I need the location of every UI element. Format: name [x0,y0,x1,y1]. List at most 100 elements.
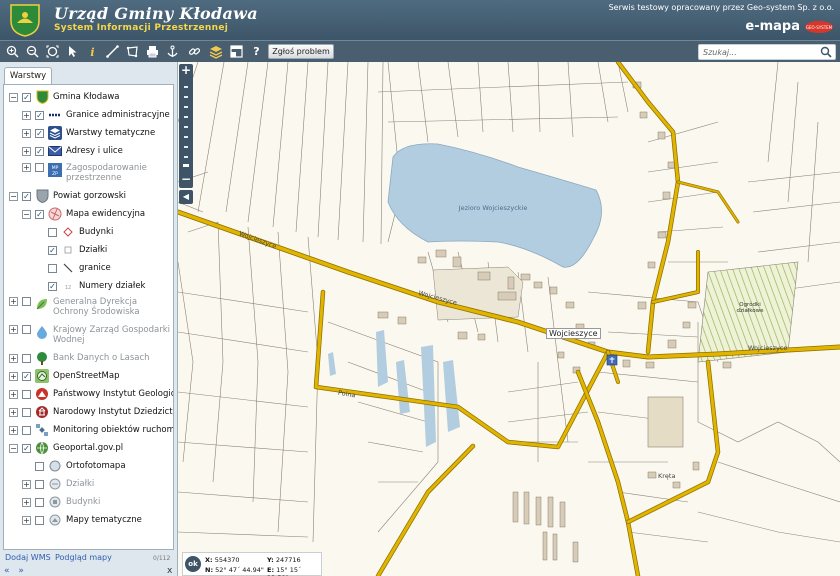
layer-row[interactable]: + ✓ Warstwy tematyczne [22,124,155,142]
layer-expander[interactable]: + [22,515,31,525]
layer-row[interactable]: − ✓ Powiat gorzowski [9,187,126,205]
layer-expander[interactable]: + [9,425,18,435]
collapse-sidebar-button[interactable]: ◀ [179,190,193,204]
layer-row[interactable]: + Narodowy Instytut Dziedzictwa [9,403,173,421]
report-problem-button[interactable]: Zgłoś problem [268,44,334,59]
sidebar-pager[interactable]: « » [4,566,27,576]
map-canvas[interactable] [178,62,840,576]
zoom-step[interactable] [184,136,188,138]
layer-row[interactable]: + Działki [22,475,94,493]
layer-checkbox[interactable] [48,263,57,273]
layer-row[interactable]: − ✓ Geoportal.gov.pl [9,439,123,457]
layer-expander[interactable]: + [22,497,31,507]
info-icon[interactable]: i [84,43,101,60]
layer-checkbox[interactable] [35,461,44,471]
layer-row[interactable]: + Krajowy Zarząd Gospodarki Wodnej [9,325,171,349]
layer-checkbox[interactable]: ✓ [22,191,31,201]
add-wms-link[interactable]: Dodaj WMS [5,553,51,562]
layer-checkbox[interactable] [22,325,31,334]
zoom-step[interactable] [184,86,188,88]
layer-checkbox[interactable] [35,497,44,507]
layer-row[interactable]: + ✓ Granice administracyjne [22,106,170,124]
layer-checkbox[interactable]: ✓ [22,371,31,381]
layer-row[interactable]: + Generalna Dyrekcja Ochrony Środowiska [9,297,171,321]
layer-checkbox[interactable] [35,163,44,172]
layer-checkbox[interactable]: ✓ [35,209,44,219]
map-view[interactable]: Jezioro Wojcieszyckie Wojcieszyce Wojcie… [178,62,840,576]
layer-row[interactable]: Ortofotomapa [22,457,126,475]
layer-checkbox[interactable]: ✓ [35,110,44,120]
pointer-icon[interactable] [64,43,81,60]
search-icon[interactable] [820,46,832,58]
zoom-step[interactable] [184,116,188,118]
layer-row[interactable]: − ✓ Mapa ewidencyjna [22,205,145,223]
layer-checkbox[interactable]: ✓ [48,245,57,255]
print-icon[interactable] [144,43,161,60]
zoom-step[interactable] [184,156,188,158]
layer-row[interactable]: + ✓ OpenStreetMap [9,367,119,385]
zoom-out-icon[interactable] [24,43,41,60]
layer-expander[interactable]: + [22,110,31,120]
layer-expander[interactable]: − [22,209,31,219]
layer-checkbox[interactable] [22,297,31,306]
layer-expander[interactable]: + [22,479,31,489]
map-zoom-in-button[interactable]: + [179,64,193,78]
zoom-step[interactable] [184,126,188,128]
tab-layers[interactable]: Warstwy [4,67,52,85]
ok-button[interactable]: ok [185,556,201,572]
layer-row[interactable]: + Państwowy Instytut Geologiczny [9,385,173,403]
zoom-extent-icon[interactable] [44,43,61,60]
layer-expander[interactable]: + [9,297,18,306]
zoom-step[interactable] [184,96,188,98]
layer-row[interactable]: + Mapy tematyczne [22,511,142,529]
layer-expander[interactable]: + [22,163,31,172]
map-preview-link[interactable]: Podgląd mapy [55,553,112,562]
layer-checkbox[interactable] [22,407,31,417]
zoom-slider[interactable]: + − [179,64,193,188]
layer-row[interactable]: granice [35,259,111,277]
layer-expander[interactable]: + [22,146,31,156]
search-input[interactable] [703,46,811,58]
layer-checkbox[interactable]: ✓ [35,146,44,156]
layer-row[interactable]: + Bank Danych o Lasach [9,349,150,367]
zoom-step[interactable] [184,146,188,148]
layer-expander[interactable]: + [9,407,18,417]
layer-row[interactable]: + Budynki [22,493,100,511]
measure-area-icon[interactable] [124,43,141,60]
layer-expander[interactable]: + [9,389,18,399]
layers-icon[interactable] [207,43,224,60]
link-icon[interactable] [186,43,203,60]
anchor-icon[interactable] [164,43,181,60]
layer-row[interactable]: + ✓ Adresy i ulice [22,142,123,160]
measure-length-icon[interactable] [104,43,121,60]
zoom-step[interactable] [184,106,188,108]
layer-row[interactable]: ✓ Działki [35,241,107,259]
layer-checkbox[interactable]: ✓ [22,443,31,453]
layer-expander[interactable]: + [9,353,18,363]
layer-expander[interactable]: − [9,443,18,453]
layer-row[interactable]: + MP ZP Zagospodarowanie przestrzenne [22,163,171,187]
layer-checkbox[interactable] [22,425,31,435]
layer-row[interactable]: Budynki [35,223,113,241]
layer-checkbox[interactable] [35,515,44,525]
layer-expander[interactable]: − [9,92,18,102]
layer-checkbox[interactable]: ✓ [22,92,31,102]
layer-row[interactable]: − ✓ Gmina Kłodawa [9,88,119,106]
layer-expander[interactable]: + [22,128,31,138]
layer-expander[interactable]: + [9,371,18,381]
layer-expander[interactable]: − [9,191,18,201]
layer-row[interactable]: ✓ 12 Numery działek [35,277,145,295]
layer-checkbox[interactable] [22,389,31,399]
layer-checkbox[interactable] [22,353,31,363]
zoom-handle[interactable] [183,164,189,167]
layout-icon[interactable] [228,43,245,60]
close-panel-button[interactable]: x [167,566,172,576]
map-zoom-out-button[interactable]: − [179,173,193,188]
layer-checkbox[interactable] [48,227,57,237]
zoom-in-icon[interactable] [4,43,21,60]
help-icon[interactable]: ? [248,43,265,60]
layer-checkbox[interactable]: ✓ [48,281,57,291]
layer-expander[interactable]: + [9,325,18,334]
layer-row[interactable]: + Monitoring obiektów ruchomych [9,421,173,439]
layer-checkbox[interactable]: ✓ [35,128,44,138]
